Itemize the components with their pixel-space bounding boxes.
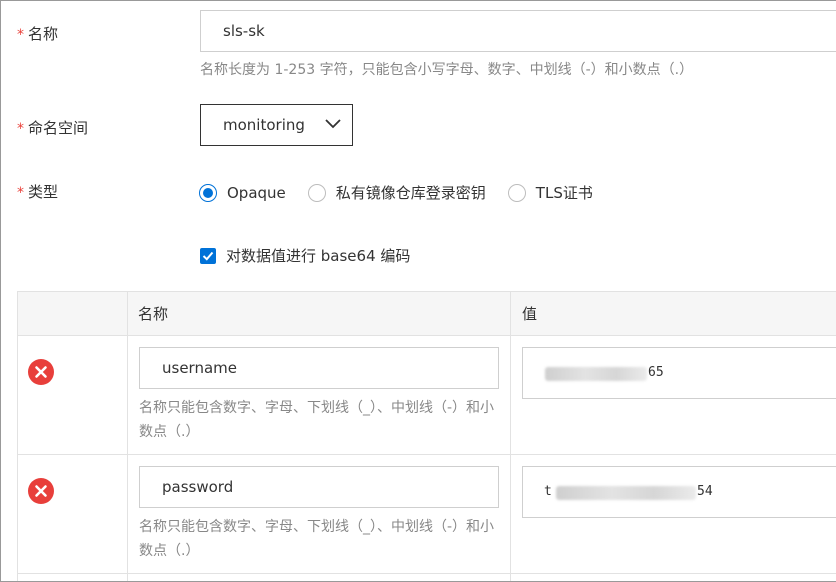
type-label: * 类型 bbox=[17, 181, 58, 202]
name-input-value: sls-sk bbox=[223, 22, 265, 40]
namespace-selected-value: monitoring bbox=[223, 116, 305, 134]
namespace-select[interactable]: monitoring bbox=[200, 104, 353, 146]
name-label-text: 名称 bbox=[28, 25, 59, 43]
name-input[interactable]: sls-sk bbox=[200, 10, 836, 52]
chevron-down-icon bbox=[325, 119, 341, 129]
value-suffix: 65 bbox=[648, 365, 664, 380]
table-header: 名称 值 bbox=[17, 292, 836, 336]
name-label: * 名称 bbox=[17, 23, 58, 44]
type-radio-group: Opaque 私有镜像仓库登录密钥 TLS证书 bbox=[199, 182, 615, 203]
redacted-value bbox=[556, 486, 696, 500]
required-mark: * bbox=[17, 185, 24, 201]
base64-checkbox-label: 对数据值进行 base64 编码 bbox=[226, 247, 411, 265]
radio-unchecked-icon bbox=[307, 183, 326, 202]
key-input[interactable]: username bbox=[139, 347, 499, 389]
delete-row-icon[interactable] bbox=[27, 477, 55, 505]
data-table: 名称 值 username 名称只能包含数字、字母、下划线（_）、中划线（-）和… bbox=[17, 291, 836, 581]
type-radio-registry[interactable]: 私有镜像仓库登录密钥 bbox=[307, 182, 486, 203]
namespace-label: * 命名空间 bbox=[17, 117, 88, 138]
namespace-label-text: 命名空间 bbox=[28, 119, 89, 137]
value-input[interactable]: t 54 bbox=[522, 466, 836, 518]
type-radio-tls[interactable]: TLS证书 bbox=[507, 182, 593, 203]
required-mark: * bbox=[17, 121, 24, 137]
column-header-value: 值 bbox=[522, 305, 538, 323]
key-input[interactable]: password bbox=[139, 466, 499, 508]
base64-checkbox[interactable]: 对数据值进行 base64 编码 bbox=[200, 245, 410, 266]
key-hint: 名称只能包含数字、字母、下划线（_）、中划线（-）和小数点（.） bbox=[139, 519, 495, 559]
value-input[interactable]: 65 bbox=[522, 347, 836, 399]
key-hint: 名称只能包含数字、字母、下划线（_）、中划线（-）和小数点（.） bbox=[139, 400, 495, 440]
radio-label: Opaque bbox=[227, 183, 286, 202]
value-suffix: 54 bbox=[697, 484, 713, 499]
name-hint: 名称长度为 1-253 字符，只能包含小写字母、数字、中划线（-）和小数点（.） bbox=[200, 62, 694, 78]
radio-label: 私有镜像仓库登录密钥 bbox=[335, 184, 486, 202]
redacted-value bbox=[545, 367, 647, 381]
radio-checked-icon bbox=[199, 183, 217, 202]
secret-form: * 名称 sls-sk 名称长度为 1-253 字符，只能包含小写字母、数字、中划… bbox=[0, 0, 836, 582]
checkbox-checked-icon bbox=[200, 247, 216, 264]
delete-row-icon[interactable] bbox=[27, 358, 55, 386]
radio-unchecked-icon bbox=[507, 183, 526, 202]
key-input-value: password bbox=[162, 478, 234, 496]
required-mark: * bbox=[17, 27, 24, 43]
key-input-value: username bbox=[162, 359, 237, 377]
type-radio-opaque[interactable]: Opaque bbox=[199, 183, 286, 202]
type-label-text: 类型 bbox=[28, 183, 59, 201]
radio-label: TLS证书 bbox=[535, 184, 593, 202]
column-header-name: 名称 bbox=[138, 305, 169, 323]
value-prefix: t bbox=[544, 484, 552, 499]
